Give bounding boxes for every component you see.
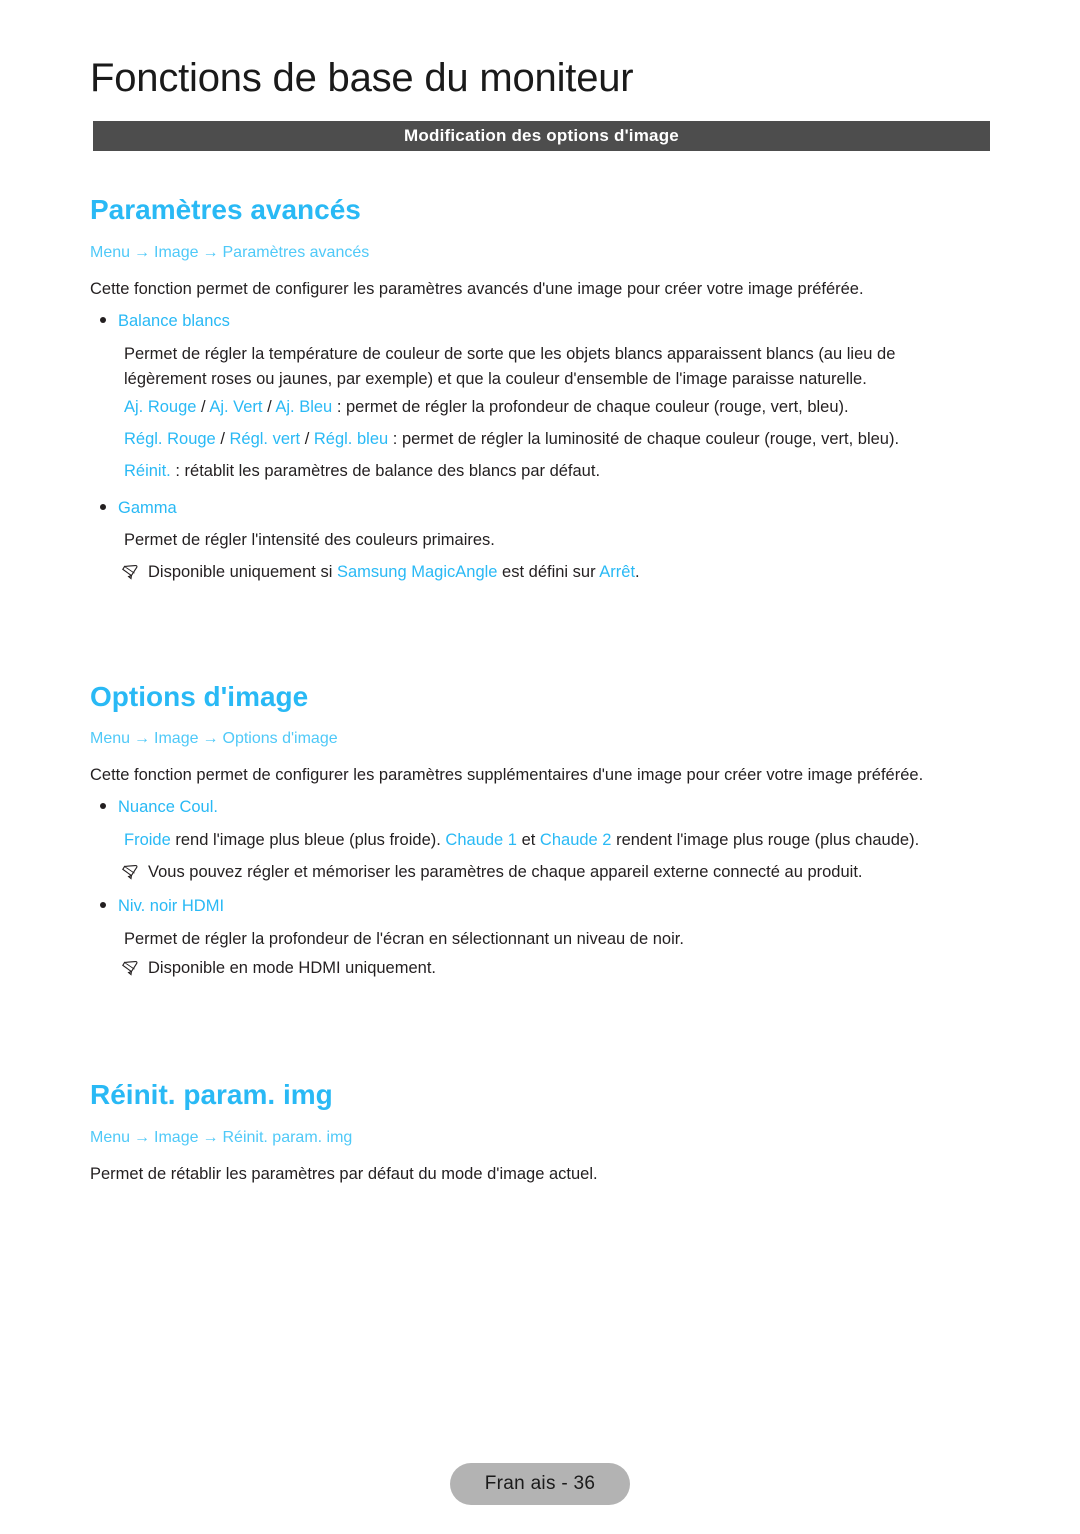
term-reinit: Réinit. bbox=[124, 462, 171, 480]
subline-rest: : permet de régler la profondeur de chaq… bbox=[332, 398, 849, 416]
breadcrumb-part-menu: Menu bbox=[90, 1129, 131, 1146]
pencil-note-icon bbox=[122, 959, 142, 976]
document-page: Fonctions de base du moniteur Modificati… bbox=[0, 0, 1080, 1534]
separator: / bbox=[196, 398, 210, 416]
term-aj-bleu: Aj. Bleu bbox=[275, 398, 333, 416]
bullet-dot-icon bbox=[100, 504, 106, 511]
bullet-dot-icon bbox=[100, 902, 106, 909]
breadcrumb-part-image: Image bbox=[154, 1129, 199, 1146]
section-heading-options-dimage: Options d'image bbox=[90, 681, 309, 712]
breadcrumb-arrow-icon: → bbox=[202, 730, 219, 747]
bullet-gamma: Gamma bbox=[100, 497, 177, 519]
separator: / bbox=[262, 398, 276, 416]
term-froide: Froide bbox=[124, 831, 171, 849]
term-aj-vert: Aj. Vert bbox=[209, 398, 263, 416]
breadcrumb-arrow-icon: → bbox=[134, 730, 151, 747]
note-text-after: . bbox=[635, 563, 640, 581]
section-heading-reinit-param-img: Réinit. param. img bbox=[90, 1079, 333, 1110]
balance-blancs-subline-reinit: Réinit. : rétablit les paramètres de bal… bbox=[124, 459, 600, 484]
nuance-coul-note: Vous pouvez régler et mémoriser les para… bbox=[122, 860, 863, 885]
term-regl-rouge: Régl. Rouge bbox=[124, 430, 216, 448]
bullet-niv-noir-hdmi: Niv. noir HDMI bbox=[100, 895, 224, 917]
separator: / bbox=[215, 430, 230, 448]
bullet-label: Nuance Coul. bbox=[118, 798, 218, 816]
term-regl-vert: Régl. vert bbox=[229, 430, 301, 448]
page-number-badge: Fran ais - 36 bbox=[450, 1463, 630, 1505]
pencil-note-icon bbox=[122, 863, 142, 880]
breadcrumb-arrow-icon: → bbox=[134, 244, 151, 261]
gamma-description: Permet de régler l'intensité des couleur… bbox=[124, 531, 495, 549]
separator: / bbox=[300, 430, 314, 448]
nuance-coul-description: Froide rend l'image plus bleue (plus fro… bbox=[124, 828, 919, 853]
bullet-dot-icon bbox=[100, 317, 106, 324]
note-text: Disponible en mode HDMI uniquement. bbox=[148, 959, 436, 977]
balance-blancs-subline-reglage: Régl. Rouge / Régl. vert / Régl. bleu : … bbox=[124, 427, 899, 452]
breadcrumb-reinit-param-img: Menu → Image → Réinit. param. img bbox=[90, 1128, 352, 1148]
bullet-label: Gamma bbox=[118, 499, 177, 517]
bullet-dot-icon bbox=[100, 803, 106, 810]
balance-blancs-subline-ajustement: Aj. Rouge / Aj. Vert / Aj. Bleu : permet… bbox=[124, 395, 849, 420]
breadcrumb-options-dimage: Menu → Image → Options d'image bbox=[90, 729, 338, 749]
breadcrumb-part-target: Paramètres avancés bbox=[222, 244, 370, 261]
note-text: Vous pouvez régler et mémoriser les para… bbox=[148, 863, 863, 881]
niv-noir-hdmi-note: Disponible en mode HDMI uniquement. bbox=[122, 956, 436, 981]
bullet-label: Balance blancs bbox=[118, 312, 230, 330]
breadcrumb-part-target: Options d'image bbox=[222, 730, 338, 747]
term-chaude-2: Chaude 2 bbox=[539, 831, 612, 849]
desc-text-3: rendent l'image plus rouge (plus chaude)… bbox=[611, 831, 920, 849]
niv-noir-hdmi-description: Permet de régler la profondeur de l'écra… bbox=[124, 930, 684, 948]
term-chaude-1: Chaude 1 bbox=[445, 831, 517, 849]
note-highlight-magicangle: Samsung MagicAngle bbox=[336, 563, 498, 581]
term-aj-rouge: Aj. Rouge bbox=[124, 398, 197, 416]
pencil-note-icon bbox=[122, 563, 142, 580]
bullet-label: Niv. noir HDMI bbox=[118, 897, 225, 915]
section-heading-parametres-avances: Paramètres avancés bbox=[90, 194, 361, 225]
balance-blancs-description: Permet de régler la température de coule… bbox=[124, 345, 896, 388]
section-intro-options-dimage: Cette fonction permet de configurer les … bbox=[90, 766, 924, 784]
breadcrumb-part-image: Image bbox=[154, 730, 199, 747]
subline-rest: : permet de régler la luminosité de chaq… bbox=[388, 430, 900, 448]
breadcrumb-arrow-icon: → bbox=[202, 244, 219, 261]
breadcrumb-part-target: Réinit. param. img bbox=[222, 1129, 353, 1146]
section-intro-parametres-avances: Cette fonction permet de configurer les … bbox=[90, 280, 864, 298]
note-text-before: Disponible uniquement si bbox=[148, 563, 337, 581]
term-regl-bleu: Régl. bleu bbox=[313, 430, 389, 448]
bullet-balance-blancs: Balance blancs bbox=[100, 310, 230, 332]
breadcrumb-part-image: Image bbox=[154, 244, 199, 261]
bullet-nuance-coul: Nuance Coul. bbox=[100, 796, 218, 818]
page-title: Fonctions de base du moniteur bbox=[90, 56, 634, 100]
breadcrumb-parametres-avances: Menu → Image → Paramètres avancés bbox=[90, 243, 369, 263]
subline-rest: : rétablit les paramètres de balance des… bbox=[170, 462, 601, 480]
desc-text-1: rend l'image plus bleue (plus froide). bbox=[170, 831, 446, 849]
desc-text-2: et bbox=[516, 831, 540, 849]
breadcrumb-arrow-icon: → bbox=[202, 1129, 219, 1146]
section-subtitle-text: Modification des options d'image bbox=[404, 126, 679, 145]
note-text-middle: est défini sur bbox=[497, 563, 600, 581]
note-highlight-arret: Arrêt bbox=[599, 563, 636, 581]
section-subtitle-bar: Modification des options d'image bbox=[93, 121, 990, 151]
breadcrumb-part-menu: Menu bbox=[90, 244, 131, 261]
gamma-note: Disponible uniquement si Samsung MagicAn… bbox=[122, 560, 640, 585]
page-number-text: Fran ais - 36 bbox=[484, 1473, 596, 1494]
breadcrumb-part-menu: Menu bbox=[90, 730, 131, 747]
section-intro-reinit-param-img: Permet de rétablir les paramètres par dé… bbox=[90, 1165, 598, 1183]
breadcrumb-arrow-icon: → bbox=[134, 1129, 151, 1146]
